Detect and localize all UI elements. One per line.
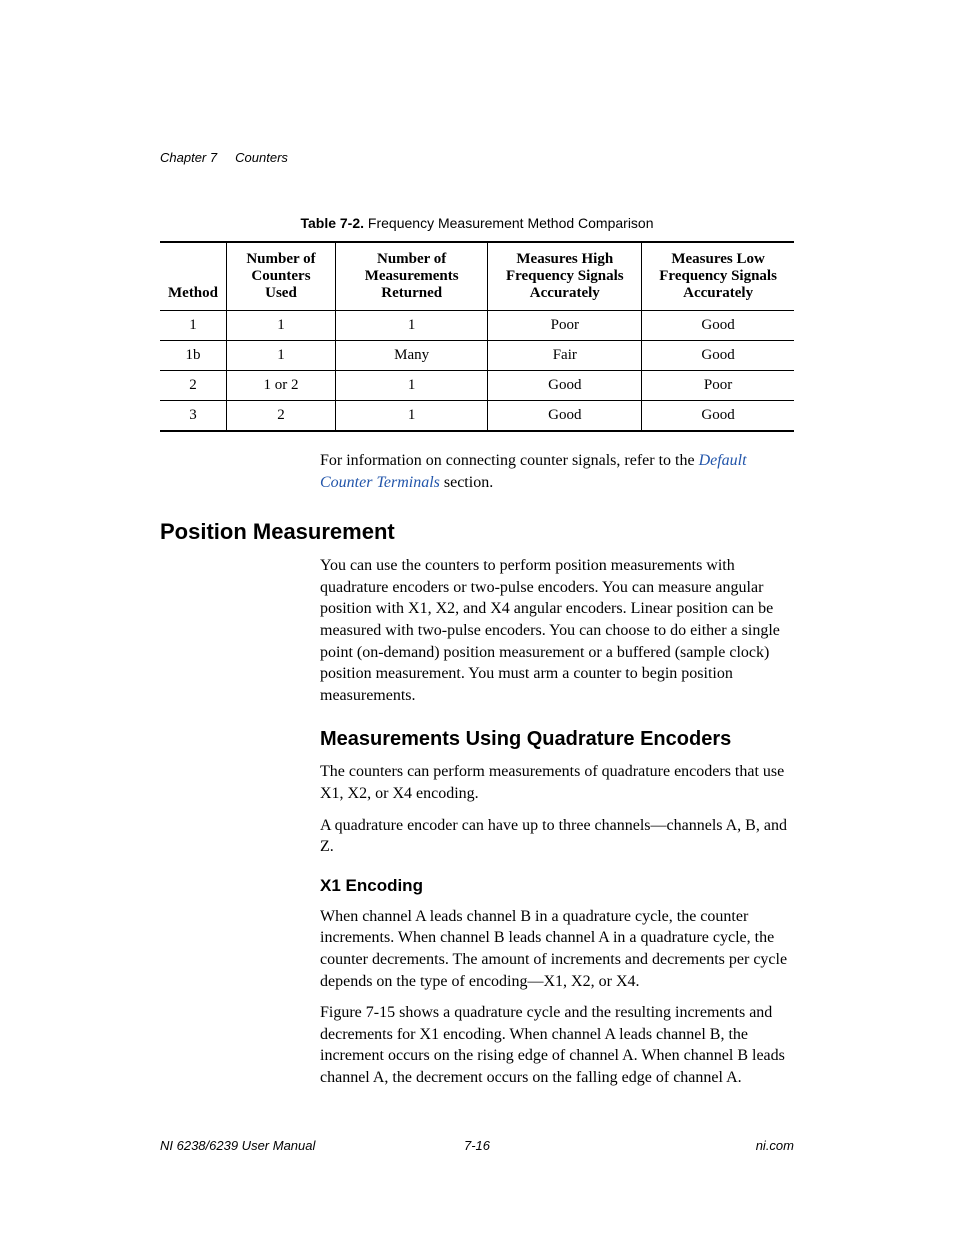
table-cell: Good xyxy=(488,371,642,401)
table-cell: 1 xyxy=(335,371,487,401)
table-cell: 1 xyxy=(227,341,336,371)
table-cell: 1b xyxy=(160,341,227,371)
position-measurement-heading: Position Measurement xyxy=(160,519,794,545)
x1-encoding-heading: X1 Encoding xyxy=(320,876,794,896)
table-cell: Good xyxy=(642,311,794,341)
footer-page-number: 7-16 xyxy=(160,1138,794,1153)
table-row: 1 1 1 Poor Good xyxy=(160,311,794,341)
body-paragraph: A quadrature encoder can have up to thre… xyxy=(320,815,794,858)
table-cell: 1 xyxy=(335,401,487,432)
table-header: Measures Low Frequency Signals Accuratel… xyxy=(642,242,794,311)
table-cell: 1 xyxy=(160,311,227,341)
table-cell: Good xyxy=(642,401,794,432)
quadrature-encoders-heading: Measurements Using Quadrature Encoders xyxy=(320,728,794,751)
chapter-title: Counters xyxy=(235,150,288,165)
table-caption: Table 7-2. Frequency Measurement Method … xyxy=(160,215,794,231)
table-header: Measures High Frequency Signals Accurate… xyxy=(488,242,642,311)
table-row: 2 1 or 2 1 Good Poor xyxy=(160,371,794,401)
table-caption-label: Table 7-2. xyxy=(300,215,364,231)
table-caption-text: Frequency Measurement Method Comparison xyxy=(368,215,654,231)
body-paragraph: The counters can perform measurements of… xyxy=(320,761,794,804)
table-cell: 2 xyxy=(160,371,227,401)
table-cell: Poor xyxy=(642,371,794,401)
table-cell: Fair xyxy=(488,341,642,371)
table-header: Number of Measurements Returned xyxy=(335,242,487,311)
body-paragraph: Figure 7-15 shows a quadrature cycle and… xyxy=(320,1002,794,1088)
table-cell: Many xyxy=(335,341,487,371)
table-header: Number of Counters Used xyxy=(227,242,336,311)
body-paragraph: You can use the counters to perform posi… xyxy=(320,555,794,706)
table-cell: 3 xyxy=(160,401,227,432)
table-cell: Good xyxy=(642,341,794,371)
comparison-table: Method Number of Counters Used Number of… xyxy=(160,241,794,432)
table-cell: 2 xyxy=(227,401,336,432)
table-cell: 1 xyxy=(227,311,336,341)
table-cell: 1 xyxy=(335,311,487,341)
chapter-number: Chapter 7 xyxy=(160,150,217,165)
table-cell: Good xyxy=(488,401,642,432)
table-header-row: Method Number of Counters Used Number of… xyxy=(160,242,794,311)
table-row: 3 2 1 Good Good xyxy=(160,401,794,432)
table-cell: 1 or 2 xyxy=(227,371,336,401)
body-paragraph: When channel A leads channel B in a quad… xyxy=(320,906,794,992)
table-cell: Poor xyxy=(488,311,642,341)
page-footer: NI 6238/6239 User Manual 7-16 ni.com xyxy=(160,1138,794,1153)
text: section. xyxy=(440,474,493,491)
xref-paragraph: For information on connecting counter si… xyxy=(320,450,794,493)
table-header: Method xyxy=(160,242,227,311)
text: For information on connecting counter si… xyxy=(320,452,699,469)
chapter-header: Chapter 7 Counters xyxy=(160,150,794,165)
table-row: 1b 1 Many Fair Good xyxy=(160,341,794,371)
